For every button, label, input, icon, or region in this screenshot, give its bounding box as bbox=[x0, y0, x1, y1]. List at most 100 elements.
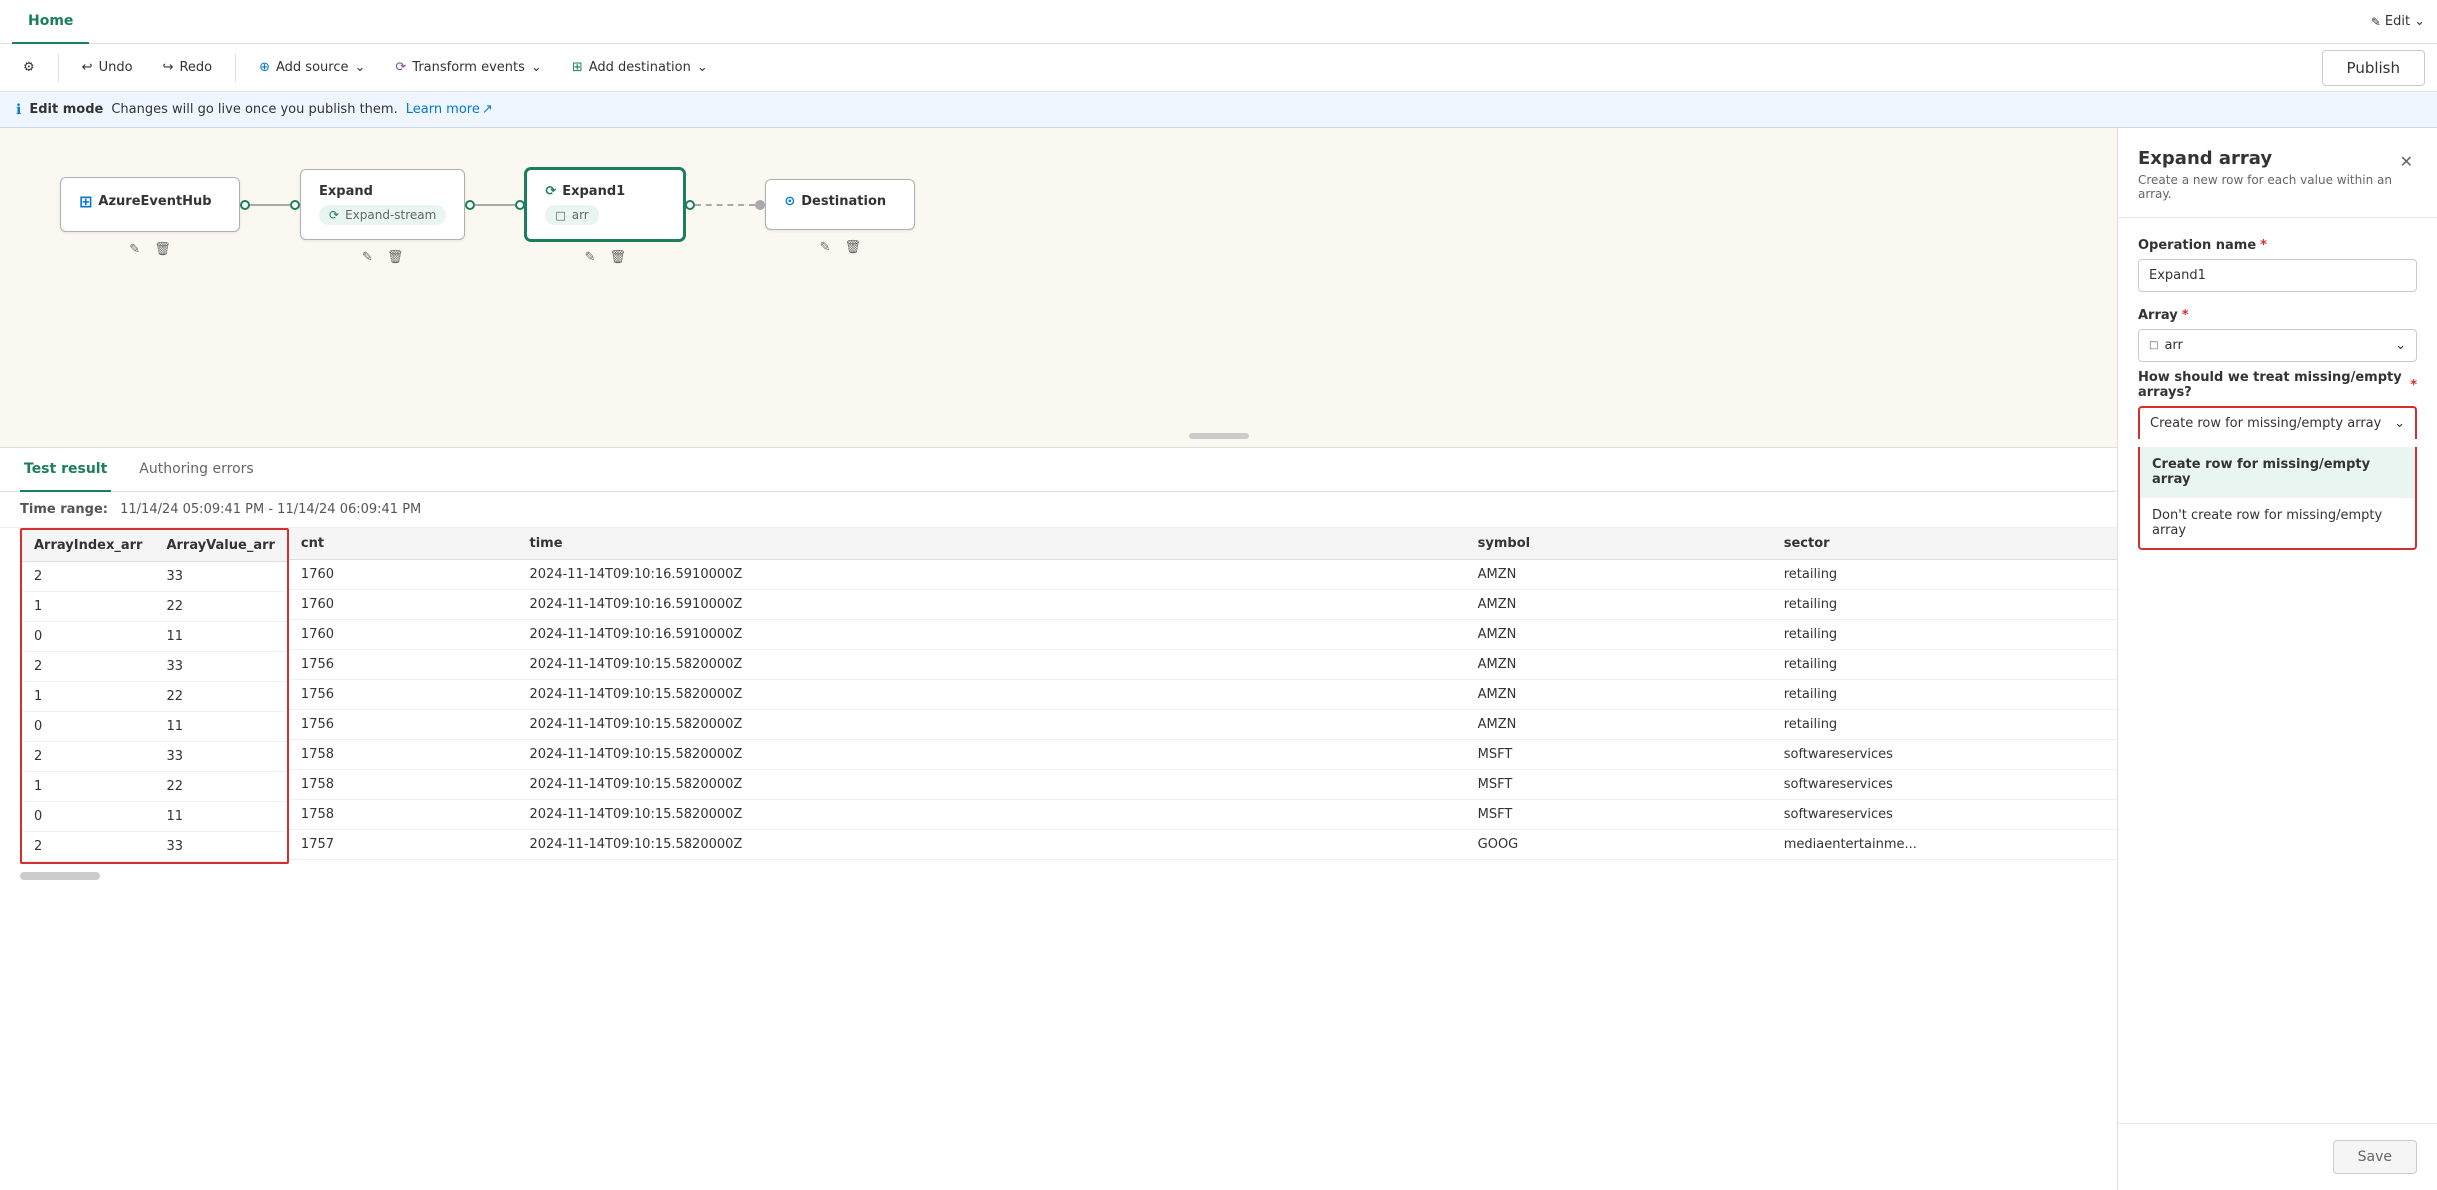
expand1-edit-button[interactable]: ✎ bbox=[581, 248, 600, 267]
col-header-arrayvalue: ArrayValue_arr bbox=[154, 530, 286, 562]
treat-missing-required: * bbox=[2410, 378, 2417, 393]
connector-2 bbox=[465, 200, 525, 210]
azure-edit-button[interactable]: ✎ bbox=[125, 240, 144, 259]
main-area: ⊞ AzureEventHub ✎ 🗑 Expand bbox=[0, 128, 2437, 1190]
tab-home[interactable]: Home bbox=[12, 0, 89, 44]
treat-missing-dropdown-menu: Create row for missing/empty array Don't… bbox=[2138, 447, 2417, 550]
tab-test-result[interactable]: Test result bbox=[20, 448, 111, 492]
table-cell: 2024-11-14T09:10:15.5820000Z bbox=[518, 680, 1466, 710]
table-row: 011 bbox=[22, 622, 287, 652]
add-source-button[interactable]: ⊕ Add source ⌄ bbox=[248, 53, 376, 82]
table-cell: MSFT bbox=[1466, 740, 1772, 770]
treat-missing-select[interactable]: Create row for missing/empty array ⌄ bbox=[2138, 406, 2417, 439]
info-bar: ℹ Edit mode Changes will go live once yo… bbox=[0, 92, 2437, 128]
table-cell: 1756 bbox=[289, 710, 518, 740]
table-header-row: ArrayIndex_arr ArrayValue_arr bbox=[22, 530, 287, 562]
table-row: 17572024-11-14T09:10:15.5820000ZGOOGmedi… bbox=[289, 830, 2401, 860]
add-destination-chevron-icon: ⌄ bbox=[697, 60, 708, 75]
col-header-time: time bbox=[518, 528, 1466, 560]
table-cell: 1 bbox=[22, 682, 154, 712]
right-panel-header: Expand array Create a new row for each v… bbox=[2118, 128, 2437, 218]
undo-button[interactable]: ↩ Undo bbox=[71, 53, 144, 82]
expand-edit-button[interactable]: ✎ bbox=[358, 248, 377, 267]
table-cell: 2024-11-14T09:10:16.5910000Z bbox=[518, 560, 1466, 590]
top-tab-bar: Home ✎ Edit ⌄ bbox=[0, 0, 2437, 44]
table-row: 17582024-11-14T09:10:15.5820000ZMSFTsoft… bbox=[289, 770, 2401, 800]
gear-icon: ⚙ bbox=[23, 60, 35, 75]
node-azure-event-hub[interactable]: ⊞ AzureEventHub ✎ 🗑 bbox=[60, 177, 240, 232]
transform-events-label: Transform events bbox=[412, 60, 525, 75]
connector-dot-2 bbox=[290, 200, 300, 210]
pipeline-canvas: ⊞ AzureEventHub ✎ 🗑 Expand bbox=[0, 128, 2437, 448]
time-range-value: 11/14/24 05:09:41 PM - 11/14/24 06:09:41… bbox=[120, 502, 421, 517]
treat-missing-select-value: Create row for missing/empty array bbox=[2150, 416, 2381, 431]
destination-node-actions: ✎ 🗑 bbox=[816, 238, 865, 257]
table-row: 122 bbox=[22, 772, 287, 802]
node-expand[interactable]: Expand ⟳ Expand-stream ✎ 🗑 bbox=[300, 169, 465, 240]
array-select[interactable]: □ arr ⌄ bbox=[2138, 329, 2417, 362]
learn-more-link[interactable]: Learn more ↗ bbox=[406, 102, 493, 117]
publish-button[interactable]: Publish bbox=[2322, 50, 2425, 86]
table-cell: 33 bbox=[154, 742, 286, 772]
table-cell: 2 bbox=[22, 562, 154, 592]
close-icon: ✕ bbox=[2400, 152, 2413, 171]
edit-button[interactable]: ✎ Edit ⌄ bbox=[2371, 14, 2425, 29]
add-destination-button[interactable]: ⊞ Add destination ⌄ bbox=[561, 53, 719, 82]
save-button[interactable]: Save bbox=[2333, 1140, 2417, 1174]
table-cell: AMZN bbox=[1466, 590, 1772, 620]
table-cell: AMZN bbox=[1466, 650, 1772, 680]
table-cell: AMZN bbox=[1466, 710, 1772, 740]
expand1-sub-label: arr bbox=[572, 208, 589, 222]
node-destination[interactable]: ⊙ Destination ✎ 🗑 bbox=[765, 179, 915, 230]
table-row: 233 bbox=[22, 562, 287, 592]
table-row: 233 bbox=[22, 742, 287, 772]
redo-button[interactable]: ↪ Redo bbox=[152, 53, 224, 82]
settings-button[interactable]: ⚙ bbox=[12, 53, 46, 82]
dropdown-option-dont-create[interactable]: Don't create row for missing/empty array bbox=[2140, 498, 2415, 548]
expand1-delete-button[interactable]: 🗑 bbox=[606, 248, 631, 267]
table-cell: AMZN bbox=[1466, 680, 1772, 710]
connector-dot-4 bbox=[515, 200, 525, 210]
table-cell: 22 bbox=[154, 682, 286, 712]
time-range-label: Time range: bbox=[20, 502, 108, 517]
table-row: 233 bbox=[22, 832, 287, 862]
operation-name-input[interactable] bbox=[2138, 259, 2417, 292]
connector-3 bbox=[685, 200, 765, 210]
expand-node-sub: ⟳ Expand-stream bbox=[319, 205, 446, 225]
dropdown-option-create[interactable]: Create row for missing/empty array bbox=[2140, 447, 2415, 498]
table-cell: 2024-11-14T09:10:16.5910000Z bbox=[518, 620, 1466, 650]
table-row: 233 bbox=[22, 652, 287, 682]
right-panel-title-area: Expand array Create a new row for each v… bbox=[2138, 148, 2396, 201]
table-cell: 2024-11-14T09:10:15.5820000Z bbox=[518, 800, 1466, 830]
transform-events-button[interactable]: ⟳ Transform events ⌄ bbox=[384, 53, 552, 82]
time-range-bar: Time range: 11/14/24 05:09:41 PM - 11/14… bbox=[0, 492, 2437, 528]
add-destination-label: Add destination bbox=[589, 60, 691, 75]
expand-delete-button[interactable]: 🗑 bbox=[383, 248, 408, 267]
operation-name-field: Operation name * bbox=[2138, 238, 2417, 308]
table-cell: 2 bbox=[22, 652, 154, 682]
node-expand1[interactable]: ⟳ Expand1 □ arr ✎ 🗑 bbox=[525, 168, 685, 241]
redo-icon: ↪ bbox=[163, 60, 174, 75]
table-hscroll[interactable] bbox=[20, 872, 100, 880]
canvas-hscroll[interactable] bbox=[1189, 433, 1249, 439]
right-panel-close-button[interactable]: ✕ bbox=[2396, 148, 2417, 175]
right-panel-title: Expand array bbox=[2138, 148, 2396, 169]
table-cell: 2024-11-14T09:10:15.5820000Z bbox=[518, 830, 1466, 860]
add-source-label: Add source bbox=[276, 60, 348, 75]
table-cell: 1757 bbox=[289, 830, 518, 860]
data-table-container[interactable]: ArrayIndex_arr ArrayValue_arr 2331220112… bbox=[0, 528, 2437, 1190]
destination-delete-button[interactable]: 🗑 bbox=[841, 238, 866, 257]
table-cell: 11 bbox=[154, 712, 286, 742]
tab-authoring-errors[interactable]: Authoring errors bbox=[135, 448, 257, 492]
table-hscroll-container bbox=[20, 872, 2417, 880]
expand1-sub-icon: □ bbox=[555, 209, 565, 222]
table-cell: 1758 bbox=[289, 740, 518, 770]
table-row: 17582024-11-14T09:10:15.5820000ZMSFTsoft… bbox=[289, 800, 2401, 830]
destination-edit-button[interactable]: ✎ bbox=[816, 238, 835, 257]
azure-delete-button[interactable]: 🗑 bbox=[150, 240, 175, 259]
treat-missing-chevron-icon: ⌄ bbox=[2394, 416, 2405, 431]
table-row: 17562024-11-14T09:10:15.5820000ZAMZNreta… bbox=[289, 680, 2401, 710]
info-icon: ℹ bbox=[16, 102, 21, 118]
connector-1 bbox=[240, 200, 300, 210]
table-cell: AMZN bbox=[1466, 560, 1772, 590]
